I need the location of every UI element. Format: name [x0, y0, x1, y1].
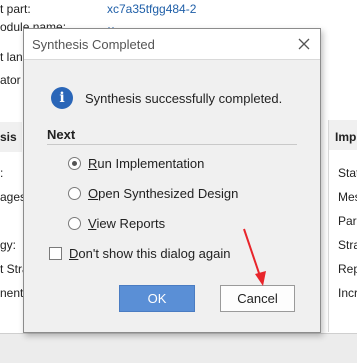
bg-right-row-label: Stra [338, 238, 357, 252]
bg-left-row-label: : [0, 166, 4, 180]
view-reports-label: View Reports [88, 216, 166, 231]
bg-row-label: t part: [0, 2, 31, 16]
run-implementation-label: Run Implementation [88, 156, 205, 171]
bg-bottom-band [0, 333, 357, 363]
bg-left-row-label: gy: [0, 238, 17, 252]
section-divider [47, 144, 297, 145]
view-reports-radio[interactable] [68, 217, 81, 230]
cancel-button[interactable]: Cancel [220, 285, 295, 312]
dont-show-again-option[interactable]: Don't show this dialog again [49, 246, 230, 261]
open-synthesized-design-label: Open Synthesized Design [88, 186, 239, 201]
dont-show-again-checkbox[interactable] [49, 247, 62, 260]
bg-right-row-label: Stat [338, 166, 357, 180]
close-button[interactable] [294, 34, 314, 54]
synthesis-completed-dialog: Synthesis Completed i Synthesis successf… [23, 28, 321, 333]
bg-left-section-header: sis [0, 122, 22, 152]
dialog-titlebar[interactable]: Synthesis Completed [24, 29, 320, 60]
next-section-label: Next [47, 127, 76, 142]
dialog-title: Synthesis Completed [32, 37, 155, 52]
close-icon [298, 38, 310, 50]
open-synthesized-design-radio[interactable] [68, 187, 81, 200]
bg-left-section-label: sis [0, 130, 17, 144]
bg-right-row-label: Rep [338, 262, 357, 276]
info-icon: i [51, 87, 73, 109]
open-synthesized-design-option[interactable]: Open Synthesized Design [68, 186, 238, 201]
view-reports-option[interactable]: View Reports [68, 216, 165, 231]
ok-button[interactable]: OK [119, 285, 195, 312]
bg-right-row-label: Incr [338, 286, 357, 300]
bg-part-value: xc7a35tfgg484-2 [107, 2, 197, 16]
dont-show-again-label: Don't show this dialog again [69, 246, 231, 261]
bg-right-row-label: Par [338, 214, 357, 228]
bg-right-panel: Impl Stat Mes Par Stra Rep Incr [328, 120, 357, 332]
bg-right-section-header: Impl [329, 120, 357, 150]
bg-right-row-label: Mes [338, 190, 357, 204]
run-implementation-radio[interactable] [68, 157, 81, 170]
dialog-message: Synthesis successfully completed. [85, 91, 283, 106]
bg-right-section-label: Impl [335, 130, 357, 144]
run-implementation-option[interactable]: Run Implementation [68, 156, 204, 171]
